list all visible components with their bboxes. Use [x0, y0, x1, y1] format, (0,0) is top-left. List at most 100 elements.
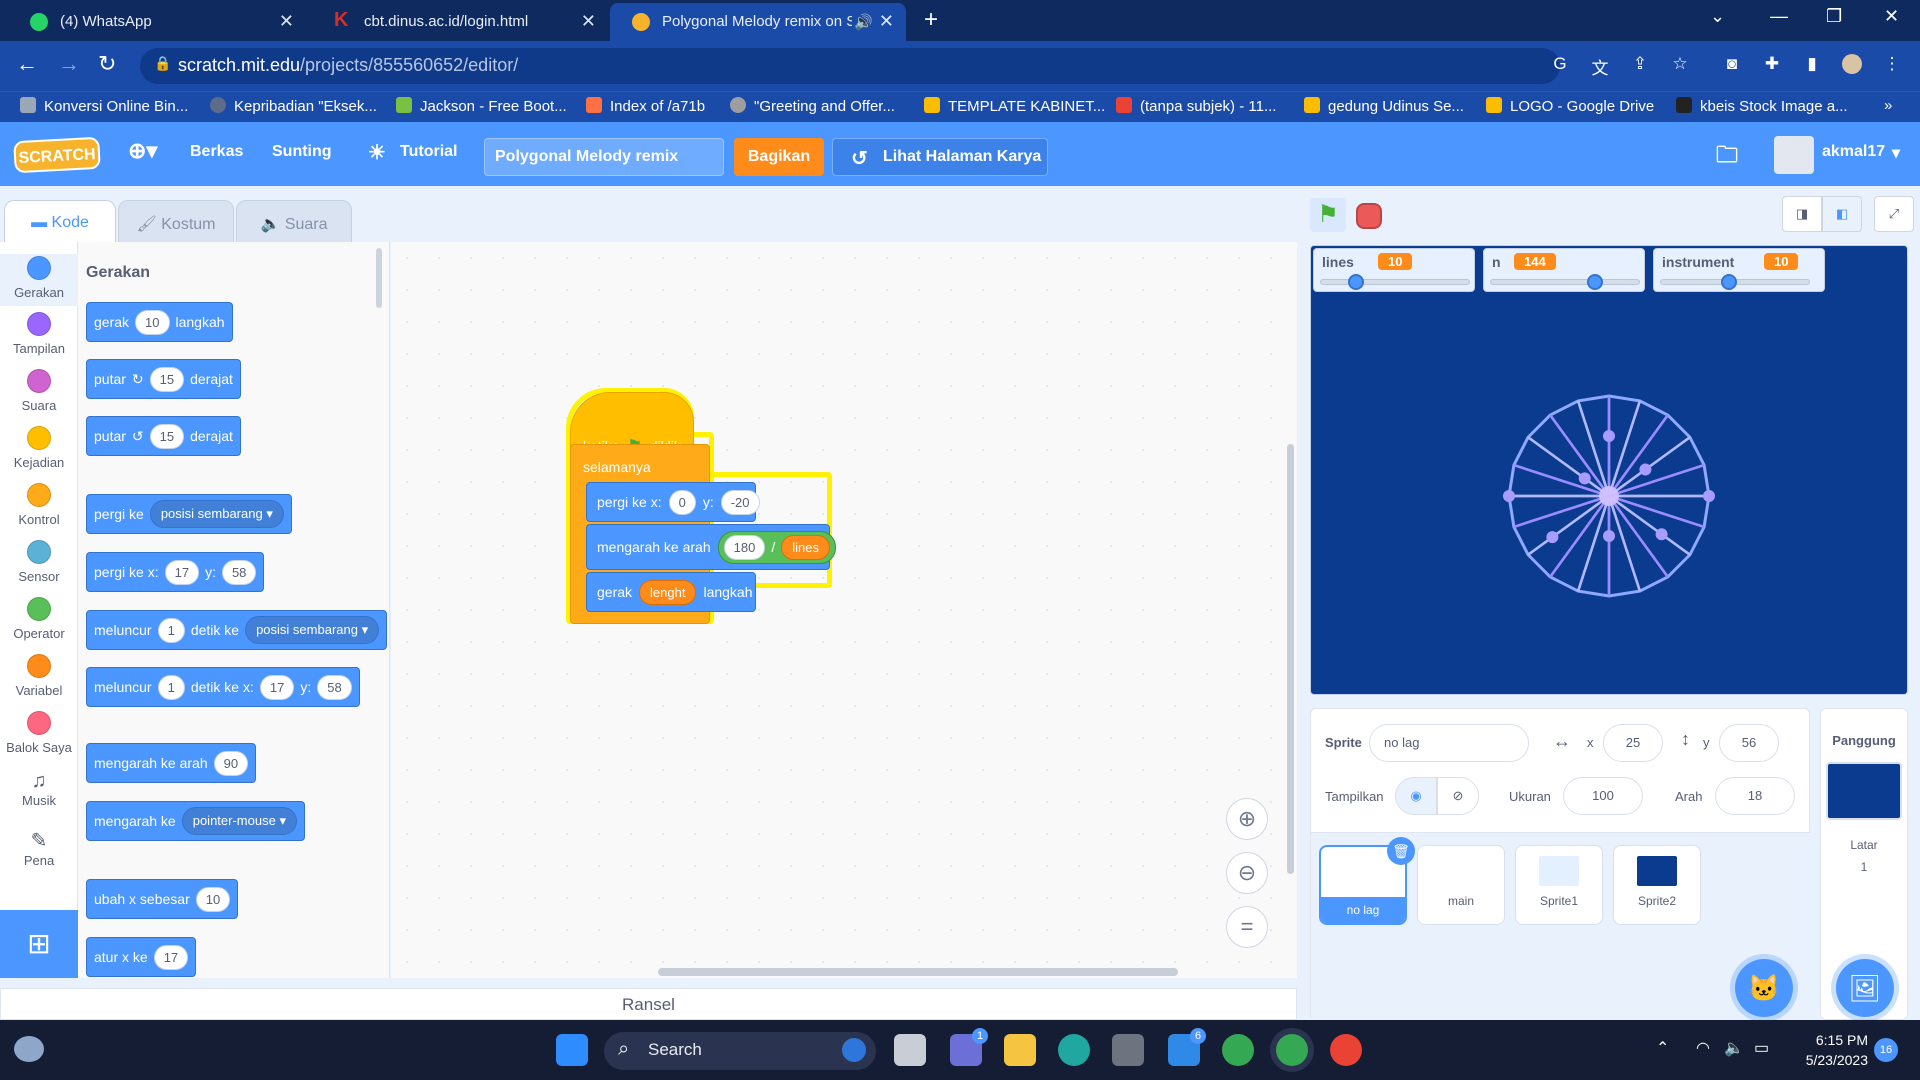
windows-start-icon[interactable] [556, 1034, 588, 1066]
chevron-down-icon[interactable]: ▾ [1892, 143, 1900, 163]
y-input[interactable]: 58 [221, 559, 257, 585]
edit-menu[interactable]: Sunting [272, 143, 332, 161]
camera-icon[interactable]: ◙ [1722, 54, 1742, 74]
close-tab-icon[interactable]: ✕ [879, 11, 894, 32]
user-avatar[interactable] [1774, 136, 1814, 174]
sprite-x-input[interactable]: 25 [1603, 724, 1663, 762]
wifi-icon[interactable]: ◠ [1696, 1038, 1710, 1058]
taskbar-search[interactable]: ⌕ Search [604, 1032, 876, 1070]
tutorial-menu[interactable]: Tutorial [400, 143, 457, 161]
delete-trash-icon[interactable]: 🗑 [1387, 837, 1415, 865]
notification-badge[interactable]: 16 [1874, 1038, 1898, 1062]
tab-scratch[interactable]: Polygonal Melody remix on S 🔊 ✕ [610, 3, 906, 41]
stop-button[interactable] [1356, 203, 1382, 229]
category-sound[interactable]: Suara [0, 369, 78, 413]
close-tab-icon[interactable]: ✕ [581, 11, 596, 32]
x-input[interactable]: 0 [668, 489, 696, 515]
block-turn-left[interactable]: putar ↺ 15 derajat [86, 416, 241, 456]
target-dropdown[interactable]: posisi sembarang ▾ [245, 616, 380, 644]
chrome-active-icon[interactable] [1276, 1034, 1308, 1066]
category-operators[interactable]: Operator [0, 597, 78, 641]
backpack-bar[interactable]: Ransel [0, 988, 1297, 1020]
palette-scrollbar[interactable] [376, 248, 382, 308]
bookmark-item[interactable]: kbeis Stock Image a... [1676, 97, 1848, 115]
my-stuff-folder-icon[interactable]: 🗀 [1716, 138, 1738, 176]
project-title-input[interactable]: Polygonal Melody remix [484, 138, 724, 176]
bookmark-item[interactable]: Jackson - Free Boot... [396, 97, 567, 115]
change-x-input[interactable]: 10 [195, 886, 231, 912]
teams-icon[interactable]: 1 [950, 1028, 988, 1066]
tab-cbt[interactable]: K cbt.dinus.ac.id/login.html ✕ [312, 3, 608, 41]
bookmark-item[interactable]: TEMPLATE KABINET... [924, 97, 1105, 115]
category-music[interactable]: ♫ Musik [0, 770, 78, 808]
move-steps-block[interactable]: gerak lenght langkah [586, 572, 756, 612]
category-looks[interactable]: Tampilan [0, 312, 78, 356]
sprite-thumb-main[interactable]: main [1417, 845, 1505, 925]
workspace-vertical-scrollbar[interactable] [1287, 444, 1294, 874]
degrees-input[interactable]: 15 [149, 366, 185, 392]
dividend-input[interactable]: 180 [723, 534, 766, 560]
menu-icon[interactable]: ⋮ [1882, 54, 1902, 74]
category-variables[interactable]: Variabel [0, 654, 78, 698]
sidepanel-icon[interactable]: ▮ [1802, 54, 1822, 74]
category-motion[interactable]: Gerakan [0, 254, 78, 306]
share-icon[interactable]: ⇪ [1630, 54, 1650, 74]
chrome-profile-icon[interactable] [1330, 1034, 1362, 1066]
stage-canvas[interactable]: lines 10 n 144 instrument 10 [1310, 245, 1908, 695]
sprite-direction-input[interactable]: 18 [1715, 777, 1795, 815]
fullscreen-icon[interactable]: ⤢ [1874, 196, 1914, 232]
task-view-icon[interactable] [894, 1034, 926, 1066]
add-extension-button[interactable]: ⊞ [0, 910, 78, 978]
bookmark-item[interactable]: (tanpa subjek) - 11... [1116, 97, 1276, 115]
block-change-x[interactable]: ubah x sebesar 10 [86, 879, 239, 919]
block-glide-target[interactable]: meluncur 1 detik ke posisi sembarang ▾ [86, 610, 388, 650]
divide-operator-block[interactable]: 180 / lines [717, 530, 836, 564]
seconds-input[interactable]: 1 [157, 674, 185, 700]
category-pen[interactable]: ✎ Pena [0, 828, 78, 868]
show-eye-icon[interactable]: ◉ [1395, 777, 1437, 815]
zoom-out-button[interactable]: ⊖ [1226, 852, 1268, 894]
sprite-thumb-sprite1[interactable]: Sprite1 [1515, 845, 1603, 925]
stage-selector-pane[interactable]: Panggung Latar 1 🖼 [1820, 708, 1908, 1020]
bookmark-item[interactable]: "Greeting and Offer... [730, 97, 895, 115]
large-stage-icon[interactable]: ◧ [1822, 196, 1862, 232]
bookmark-item[interactable]: gedung Udinus Se... [1304, 97, 1464, 115]
category-sensing[interactable]: Sensor [0, 540, 78, 584]
tab-sounds[interactable]: 🔈 Suara [236, 200, 352, 242]
sprite-y-input[interactable]: 56 [1719, 724, 1779, 762]
block-point-towards[interactable]: mengarah ke pointer-mouse ▾ [86, 801, 305, 841]
block-goto-target[interactable]: pergi ke posisi sembarang ▾ [86, 494, 292, 534]
mail-icon[interactable]: 6 [1168, 1028, 1206, 1066]
tab-code[interactable]: ▬ Kode [4, 200, 116, 242]
point-direction-block[interactable]: mengarah ke arah 180 / lines [586, 524, 836, 570]
back-icon[interactable]: ← [16, 51, 38, 77]
sprite-name-input[interactable]: no lag [1369, 724, 1529, 762]
lenght-variable-reporter[interactable]: lenght [639, 579, 697, 605]
bookmark-item[interactable]: LOGO - Google Drive [1486, 97, 1654, 115]
lines-variable-reporter[interactable]: lines [781, 534, 830, 560]
tab-whatsapp[interactable]: (4) WhatsApp ✕ [8, 3, 306, 41]
bookmark-item[interactable]: Index of /a71b [586, 97, 705, 115]
steps-input[interactable]: 10 [135, 309, 170, 335]
new-tab-button[interactable]: + [924, 6, 938, 34]
category-events[interactable]: Kejadian [0, 426, 78, 470]
weather-icon[interactable] [14, 1036, 44, 1062]
code-workspace[interactable] [391, 242, 1297, 978]
scratch-logo[interactable]: SCRATCH [13, 136, 101, 174]
tab-search-icon[interactable]: ⌄ [1710, 6, 1725, 27]
file-menu[interactable]: Berkas [190, 143, 243, 161]
language-globe-icon[interactable]: ⊕▾ [128, 138, 157, 164]
reload-icon[interactable]: ↻ [98, 51, 116, 77]
forward-icon[interactable]: → [58, 51, 80, 77]
restore-icon[interactable]: ❐ [1826, 6, 1842, 27]
workspace-horizontal-scrollbar[interactable] [658, 968, 1178, 976]
profile-avatar[interactable] [1842, 54, 1862, 74]
google-icon[interactable]: G [1550, 54, 1570, 74]
bookmark-item[interactable]: Konversi Online Bin... [20, 97, 188, 115]
y-input[interactable]: 58 [317, 674, 352, 700]
tab-costumes[interactable]: 🖌 Kostum [118, 200, 234, 242]
url-field[interactable]: 🔒 scratch.mit.edu/projects/855560652/edi… [140, 48, 1560, 84]
close-window-icon[interactable]: ✕ [1884, 6, 1899, 27]
extensions-icon[interactable]: ✚ [1762, 54, 1782, 74]
direction-input[interactable]: 90 [213, 750, 249, 776]
